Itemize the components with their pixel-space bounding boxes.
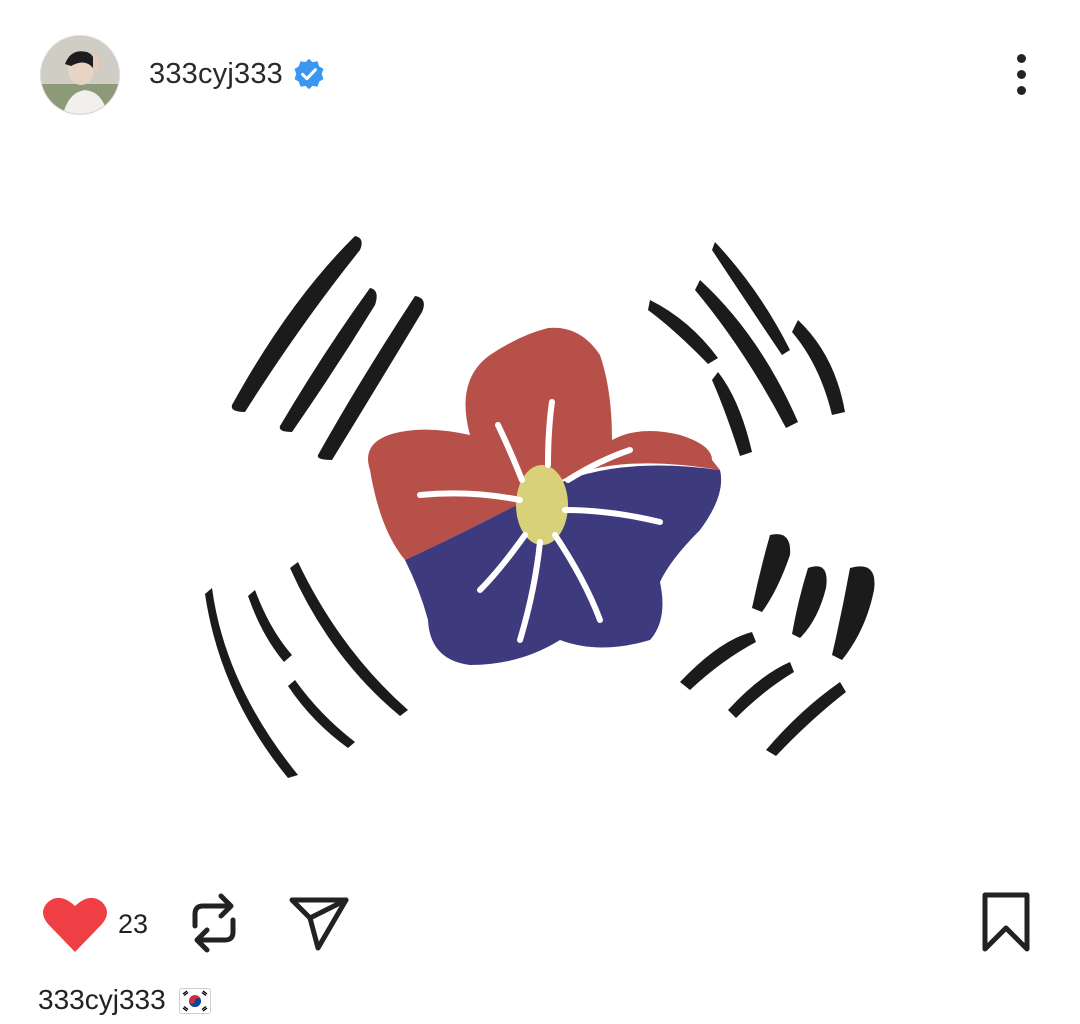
- repost-icon[interactable]: [185, 890, 243, 956]
- like-count[interactable]: 23: [118, 909, 148, 940]
- caption: 333cyj333: [38, 984, 212, 1016]
- avatar-image: [41, 36, 119, 114]
- heart-icon[interactable]: [42, 894, 108, 954]
- post-image[interactable]: [0, 150, 1080, 870]
- dot: [1017, 70, 1026, 79]
- dot: [1017, 86, 1026, 95]
- post-header: 333cyj333: [0, 0, 1080, 150]
- dot: [1017, 54, 1026, 63]
- bookmark-icon[interactable]: [980, 890, 1032, 954]
- caption-username[interactable]: 333cyj333: [38, 984, 166, 1016]
- username[interactable]: 333cyj333: [149, 58, 283, 91]
- post-actions: 23: [0, 880, 1080, 970]
- avatar[interactable]: [40, 35, 120, 115]
- korea-flag-emoji: [179, 988, 212, 1014]
- send-icon[interactable]: [288, 894, 350, 952]
- more-options-button[interactable]: [1004, 50, 1040, 98]
- verified-badge-icon: [294, 58, 324, 90]
